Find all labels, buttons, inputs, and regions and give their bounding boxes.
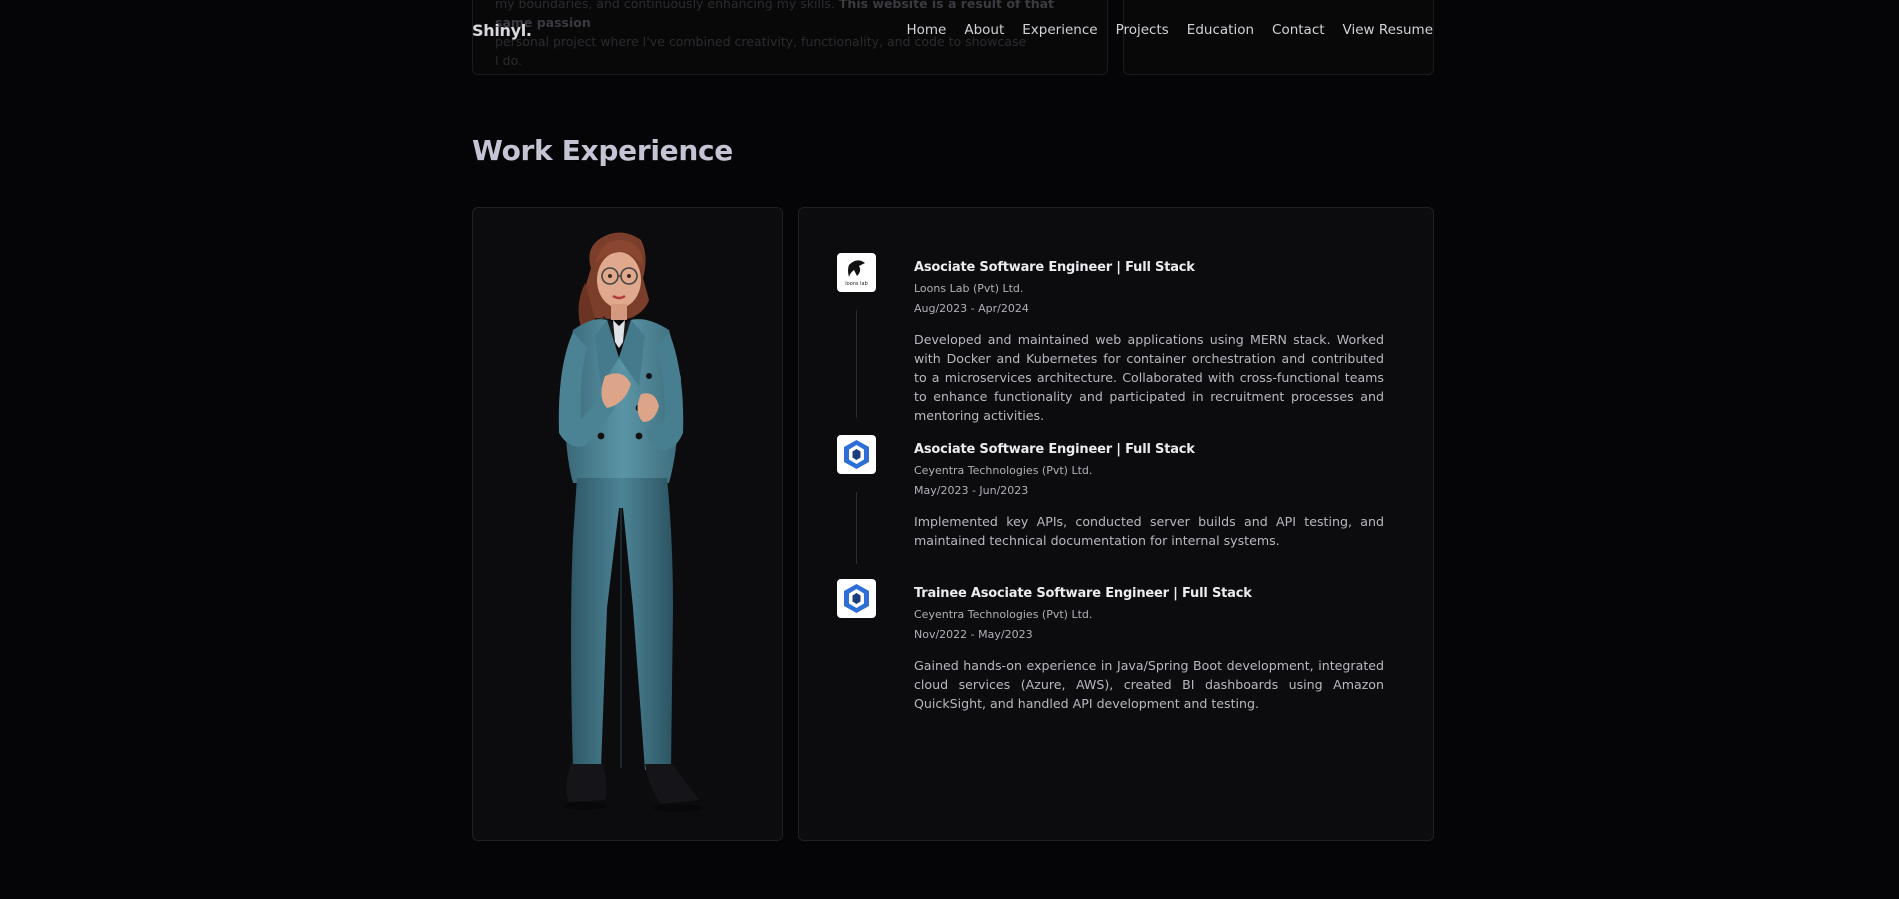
experience-period: Aug/2023 - Apr/2024 [914, 302, 1029, 315]
experience-period: May/2023 - Jun/2023 [914, 484, 1029, 497]
experience-card: loons lab Asociate Software Engineer | F… [798, 207, 1434, 841]
experience-company: Ceyentra Technologies (Pvt) Ltd. [914, 608, 1093, 621]
experience-company: Loons Lab (Pvt) Ltd. [914, 282, 1024, 295]
nav-link-contact[interactable]: Contact [1272, 22, 1325, 38]
nav-link-about[interactable]: About [964, 22, 1004, 38]
experience-title: Asociate Software Engineer | Full Stack [914, 442, 1195, 457]
experience-description: Gained hands-on experience in Java/Sprin… [914, 658, 1384, 711]
ceyentra-logo-icon [837, 435, 876, 474]
section-title: Work Experience [472, 134, 733, 167]
ceyentra-logo-icon [837, 579, 876, 618]
navbar: Shinyl. Home About Experience Projects E… [472, 0, 1433, 60]
avatar-card [472, 207, 783, 841]
nav-link-education[interactable]: Education [1187, 22, 1254, 38]
nav-link-experience[interactable]: Experience [1022, 22, 1097, 38]
nav-link-projects[interactable]: Projects [1116, 22, 1169, 38]
experience-description: Implemented key APIs, conducted server b… [914, 514, 1384, 548]
experience-company: Ceyentra Technologies (Pvt) Ltd. [914, 464, 1093, 477]
experience-description: Developed and maintained web application… [914, 332, 1384, 423]
loons-lab-logo-icon: loons lab [837, 253, 876, 292]
loons-lab-logo-text: loons lab [845, 281, 868, 287]
timeline-connector [856, 492, 857, 564]
brand-logo[interactable]: Shinyl. [472, 21, 532, 40]
timeline-connector [856, 310, 857, 418]
nav-link-home[interactable]: Home [906, 22, 946, 38]
nav-link-view-resume[interactable]: View Resume [1343, 22, 1433, 38]
experience-period: Nov/2022 - May/2023 [914, 628, 1033, 641]
experience-title: Trainee Asociate Software Engineer | Ful… [914, 586, 1252, 601]
nav-links: Home About Experience Projects Education… [888, 22, 1433, 38]
experience-title: Asociate Software Engineer | Full Stack [914, 260, 1195, 275]
avatar-illustration [558, 232, 701, 812]
